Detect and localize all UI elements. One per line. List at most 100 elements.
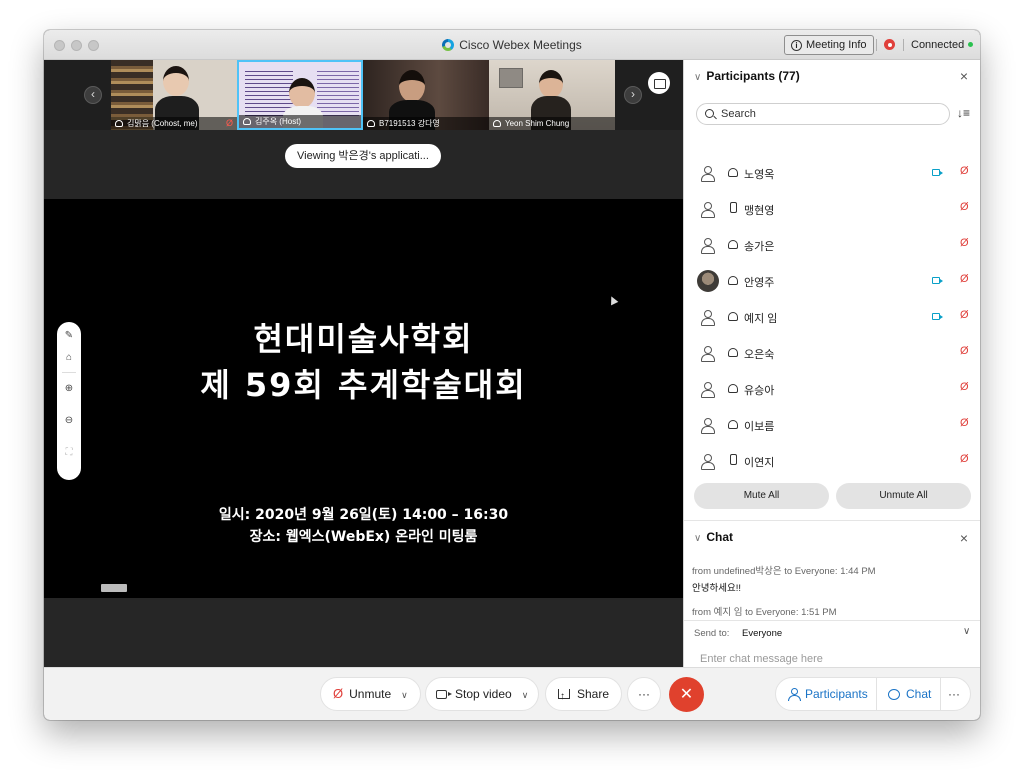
video-on-icon <box>932 277 943 284</box>
close-chat-icon[interactable]: × <box>960 530 968 546</box>
video-tile-active-speaker[interactable]: 김주옥 (Host) <box>237 60 363 130</box>
participant-head <box>539 70 563 98</box>
fit-screen-icon[interactable]: ⛶ <box>57 442 81 464</box>
webex-logo-icon <box>442 39 455 51</box>
chevron-down-icon: ∨ <box>963 626 971 637</box>
more-options-button[interactable]: ··· <box>627 677 661 711</box>
video-tile-label: 김맑음 (Cohost, me) Ø <box>111 117 237 130</box>
phone-icon <box>730 202 737 213</box>
mic-muted-icon[interactable]: Ø <box>960 345 969 357</box>
mic-muted-icon: Ø <box>225 118 233 128</box>
participant-row[interactable]: 유승아 Ø <box>684 371 980 407</box>
video-tile[interactable]: Yeon Shim Chung <box>489 60 615 130</box>
share-button[interactable]: Share <box>545 677 623 713</box>
headset-icon <box>728 168 738 177</box>
collapse-chevron-icon: ∨ <box>694 72 702 83</box>
chat-message-meta: from 예지 임 to Everyone: 1:51 PM <box>692 607 837 618</box>
layout-toggle-button[interactable] <box>648 72 670 94</box>
avatar <box>697 162 719 184</box>
close-participants-icon[interactable]: × <box>960 68 968 84</box>
chat-message-input[interactable]: Enter chat message here <box>700 653 823 665</box>
chevron-down-icon[interactable]: ∨ <box>401 679 408 711</box>
meeting-info-button[interactable]: i Meeting Info <box>784 35 874 55</box>
video-on-icon <box>932 169 943 176</box>
participant-row[interactable]: 노영옥 Ø <box>684 155 980 191</box>
meeting-stage: ‹ 김맑음 (Cohost, me)Ø 김주옥 (Host) B7191513 <box>44 60 683 667</box>
video-tile-label: B7191513 강다영 <box>363 117 489 130</box>
sort-list-icon[interactable]: ↓≡ <box>957 106 970 120</box>
strip-prev-button[interactable]: ‹ <box>84 86 102 104</box>
divider <box>684 520 980 521</box>
chevron-down-icon[interactable]: ∨ <box>522 679 529 711</box>
collapse-chevron-icon: ∨ <box>694 533 702 544</box>
mic-muted-icon[interactable]: Ø <box>960 201 969 213</box>
send-to-selector[interactable]: Send to: Everyone ∨ <box>684 620 980 645</box>
mic-muted-icon[interactable]: Ø <box>960 453 969 465</box>
participant-row[interactable]: 맹현영 Ø <box>684 191 980 227</box>
mic-muted-icon[interactable]: Ø <box>960 381 969 393</box>
participants-icon <box>788 688 801 701</box>
webex-window: Cisco Webex Meetings i Meeting Info Conn… <box>44 30 980 720</box>
slide-details: 일시: 2020년 9월 26일(토) 14:00 – 16:30 장소: 웹엑… <box>218 507 509 545</box>
zoom-out-icon[interactable]: ⊖ <box>57 410 81 432</box>
annotation-toolbar: ✎ ⌂ ⊕ ⊖ ⛶ <box>57 322 81 480</box>
mic-muted-icon[interactable]: Ø <box>960 417 969 429</box>
unmute-all-button[interactable]: Unmute All <box>836 483 971 509</box>
stop-video-button[interactable]: Stop video ∨ <box>425 677 540 711</box>
mic-muted-icon[interactable]: Ø <box>960 237 969 249</box>
shared-slide: 현대미술사학회 제 59회 추계학술대회 일시: 2020년 9월 26일(토)… <box>44 199 683 598</box>
more-panels-button[interactable]: ··· <box>948 678 960 710</box>
mouse-cursor-icon <box>607 294 619 306</box>
separator <box>876 678 877 710</box>
share-icon <box>558 681 570 713</box>
panel-toggle-group: Participants Chat ··· <box>775 677 971 711</box>
mic-muted-icon[interactable]: Ø <box>960 165 969 177</box>
mute-all-button[interactable]: Mute All <box>694 483 829 509</box>
viewing-share-pill[interactable]: Viewing 박은경's applicati... <box>285 144 441 168</box>
participant-search-input[interactable]: Search <box>696 103 950 125</box>
connected-dot-icon <box>968 42 973 47</box>
recording-icon[interactable] <box>884 39 895 50</box>
zoom-in-icon[interactable]: ⊕ <box>57 378 81 400</box>
participant-row[interactable]: 오은숙 Ø <box>684 335 980 371</box>
avatar <box>697 378 719 400</box>
strip-next-button[interactable]: › <box>624 86 642 104</box>
chat-button[interactable]: Chat <box>888 678 931 710</box>
headset-icon <box>728 312 738 321</box>
connection-status: Connected <box>911 39 965 51</box>
participant-row[interactable]: 이보름 Ø <box>684 407 980 443</box>
video-on-icon <box>932 313 943 320</box>
meeting-controls: ØUnmute∨ Stop video∨ Share ··· ✕ Partici… <box>44 667 980 720</box>
participant-row[interactable]: 이연지 Ø <box>684 443 980 479</box>
separator <box>940 678 941 710</box>
headset-icon <box>493 120 501 127</box>
headset-icon <box>728 348 738 357</box>
participants-button[interactable]: Participants <box>788 678 868 710</box>
video-strip: ‹ 김맑음 (Cohost, me)Ø 김주옥 (Host) B7191513 <box>44 60 683 130</box>
video-tile[interactable]: B7191513 강다영 <box>363 60 489 130</box>
video-tile-label: 김주옥 (Host) <box>239 115 361 128</box>
annotate-pen-icon[interactable]: ✎ <box>57 325 81 347</box>
separator <box>903 39 904 51</box>
info-icon: i <box>791 39 802 51</box>
end-meeting-button[interactable]: ✕ <box>669 677 704 712</box>
chat-message-text: 안녕하세요!! <box>692 583 741 594</box>
mic-muted-icon[interactable]: Ø <box>960 309 969 321</box>
unmute-button[interactable]: Ø Unmute ∨ <box>320 677 421 711</box>
mic-muted-icon: Ø <box>333 686 344 701</box>
slide-mini-control[interactable] <box>101 584 127 592</box>
participant-head <box>289 78 315 108</box>
avatar <box>697 414 719 436</box>
chat-panel-header[interactable]: ∨ Chat <box>694 530 733 544</box>
slide-text-background <box>317 68 359 116</box>
title-bar: Cisco Webex Meetings i Meeting Info Conn… <box>44 30 980 60</box>
phone-icon <box>730 454 737 465</box>
participant-row[interactable]: 예지 임 Ø <box>684 299 980 335</box>
mic-muted-icon[interactable]: Ø <box>960 273 969 285</box>
remote-control-icon[interactable]: ⌂ <box>57 347 81 369</box>
avatar <box>697 198 719 220</box>
participant-row[interactable]: 송가은 Ø <box>684 227 980 263</box>
participants-panel-header[interactable]: ∨ Participants (77) <box>694 69 800 83</box>
participant-row[interactable]: 안영주 Ø <box>684 263 980 299</box>
video-tile[interactable]: 김맑음 (Cohost, me) Ø <box>111 60 237 130</box>
